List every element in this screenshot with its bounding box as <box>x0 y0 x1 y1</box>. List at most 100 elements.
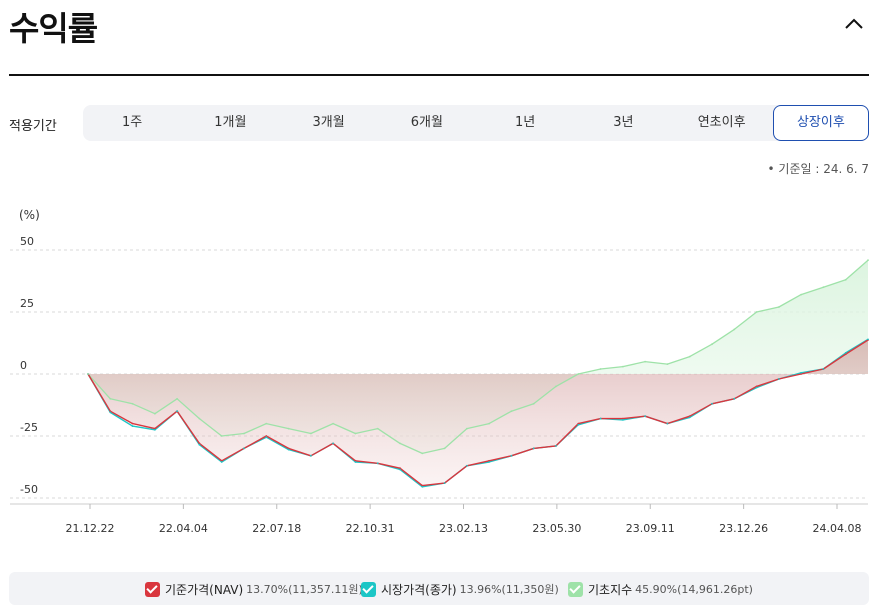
y-axis-unit: (%) <box>19 208 40 222</box>
index-point <box>220 435 223 437</box>
period-label: 적용기간 <box>9 119 57 134</box>
index-point <box>755 311 758 313</box>
market-point <box>421 485 424 488</box>
index-point <box>332 422 334 425</box>
x-tick-label: 22.04.04 <box>159 522 208 535</box>
market-point <box>599 417 602 420</box>
period-tab-7[interactable]: 상장이후 <box>772 105 869 141</box>
market-point <box>644 415 646 418</box>
legend: 기준가격(NAV) 13.70%(11,357.11원) 시장가격(종가) 13.96… <box>9 572 869 605</box>
chevron-up-icon <box>845 18 863 29</box>
period-tab-5[interactable]: 3년 <box>574 105 672 141</box>
market-point <box>755 386 758 389</box>
x-tick-label: 22.07.18 <box>252 522 301 535</box>
legend-label: 기준가격(NAV) <box>165 582 244 597</box>
index-point <box>711 343 713 346</box>
checkbox-icon[interactable] <box>568 581 583 597</box>
legend-value: 13.70%(11,357.11원) <box>246 583 363 596</box>
legend-item-1[interactable]: 시장가격(종가) 13.96%(11,350원) <box>361 580 559 598</box>
page-title: 수익률 <box>9 9 98 48</box>
index-point <box>488 422 490 425</box>
base-date: • 기준일 : 24. 6. 7 <box>767 162 869 176</box>
index-point <box>243 432 245 435</box>
period-tab-2[interactable]: 3개월 <box>280 105 378 141</box>
index-point <box>844 278 847 281</box>
index-point <box>198 417 201 420</box>
index-point <box>287 427 290 430</box>
collapse-button[interactable] <box>842 12 866 36</box>
header-divider <box>9 74 869 76</box>
period-tab-4[interactable]: 1년 <box>476 105 574 141</box>
index-point <box>733 328 736 331</box>
market-point <box>488 461 490 463</box>
x-tick-label: 23.05.30 <box>532 522 581 535</box>
market-point <box>376 462 379 465</box>
period-tabs: 1주 1개월 3개월 6개월 1년 3년 연초이후 상장이후 <box>83 105 869 141</box>
x-tick-label: 24.04.08 <box>813 522 862 535</box>
index-point <box>354 432 357 435</box>
market-point <box>844 352 847 354</box>
market-point <box>243 447 245 450</box>
index-point <box>599 368 602 370</box>
market-point <box>822 368 825 370</box>
market-point <box>688 416 691 419</box>
nav-point <box>131 422 134 425</box>
market-point <box>666 422 669 425</box>
index-point <box>666 363 669 365</box>
x-tick-label: 21.12.22 <box>66 522 115 535</box>
legend-label: 시장가격(종가) <box>381 582 457 597</box>
period-tab-3[interactable]: 6개월 <box>378 105 476 141</box>
period-tab-1[interactable]: 1개월 <box>181 105 279 141</box>
market-point <box>354 461 357 463</box>
return-chart: 50 25 0 -25 -50 21.12.22 22.04.04 22.07.18 22.10… <box>10 235 869 535</box>
legend-value: 45.90%(14,961.26pt) <box>635 582 753 596</box>
market-point <box>109 411 112 414</box>
checkbox-icon[interactable] <box>361 581 376 597</box>
index-point <box>800 293 802 296</box>
index-point <box>376 427 379 430</box>
market-point <box>733 397 736 400</box>
market-point <box>532 447 535 450</box>
index-point <box>421 452 424 455</box>
period-tab-6[interactable]: 연초이후 <box>673 105 771 141</box>
index-point <box>688 355 691 358</box>
market-point <box>220 461 223 463</box>
period-tab-0[interactable]: 1주 <box>83 105 181 141</box>
market-point <box>510 454 513 457</box>
market-point <box>310 454 312 457</box>
index-point <box>87 373 89 375</box>
y-tick-label: 50 <box>20 235 34 248</box>
index-point <box>532 402 535 405</box>
market-point <box>711 402 713 405</box>
x-tick-label: 23.09.11 <box>626 522 675 535</box>
checkbox-icon[interactable] <box>145 581 160 597</box>
market-point <box>265 436 268 439</box>
y-tick-label: 25 <box>20 297 34 310</box>
y-tick-label: 0 <box>20 359 27 372</box>
index-point <box>265 422 268 425</box>
market-point <box>332 442 334 445</box>
legend-label: 기초지수 <box>588 582 633 597</box>
legend-item-2[interactable]: 기초지수 45.90%(14,961.26pt) <box>568 580 753 598</box>
market-point <box>577 423 580 426</box>
market-point <box>800 371 802 374</box>
index-point <box>109 397 112 400</box>
index-point <box>176 397 179 400</box>
index-point <box>510 410 513 413</box>
index-point <box>622 365 624 368</box>
index-point <box>466 427 468 430</box>
y-tick-label: -25 <box>20 421 38 434</box>
market-point <box>176 410 179 413</box>
market-point <box>154 428 156 431</box>
index-point <box>867 259 869 262</box>
market-point <box>131 425 134 427</box>
market-point <box>198 443 201 446</box>
index-point <box>131 402 134 405</box>
legend-item-0[interactable]: 기준가격(NAV) 13.70%(11,357.11원) <box>145 580 363 598</box>
x-tick-label: 22.10.31 <box>346 522 395 535</box>
index-point <box>822 286 825 289</box>
market-point <box>778 378 780 380</box>
index-point <box>555 385 557 388</box>
market-point <box>867 338 869 341</box>
index-point <box>577 373 580 375</box>
